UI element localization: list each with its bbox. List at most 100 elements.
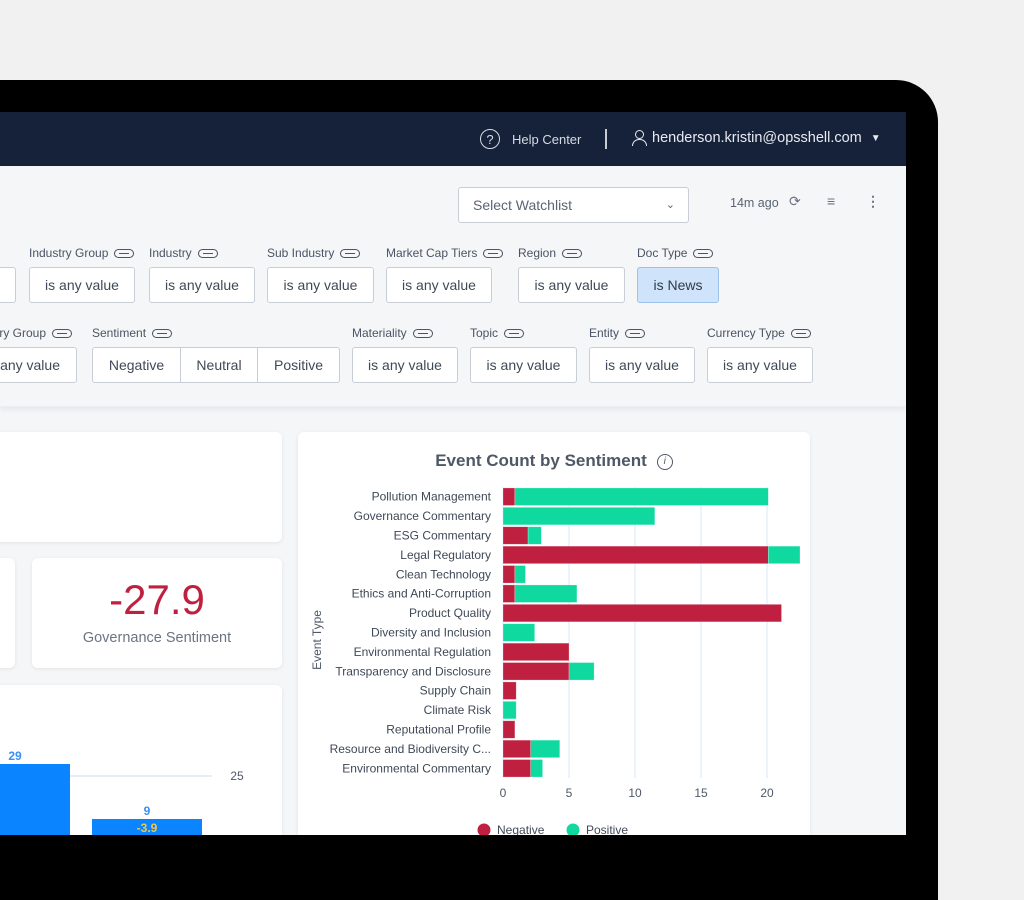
filter-label-sub-industry: Sub Industry xyxy=(267,246,361,260)
link-icon xyxy=(340,248,361,258)
x-tick-label: 0 xyxy=(500,786,507,800)
bar-positive[interactable] xyxy=(514,487,769,506)
filter-truncated-group[interactable]: any value xyxy=(0,347,77,383)
watchlist-select[interactable]: Select Watchlist ⌄ xyxy=(458,187,689,223)
bar-positive[interactable] xyxy=(514,565,526,584)
governance-sentiment-card: -27.9 Governance Sentiment xyxy=(32,558,282,668)
bar-negative[interactable] xyxy=(502,739,532,758)
sentiment-negative[interactable]: Negative xyxy=(93,348,181,382)
filter-market-cap-tiers[interactable]: is any value xyxy=(386,267,492,303)
category-label: Transparency and Disclosure xyxy=(335,664,491,678)
category-label: Legal Regulatory xyxy=(400,548,491,562)
bar-positive[interactable] xyxy=(530,759,543,778)
category-label: Environmental Regulation xyxy=(354,645,491,659)
bar-1[interactable] xyxy=(0,764,70,835)
bar-positive[interactable] xyxy=(514,584,578,603)
filter-panel: Select Watchlist ⌄ 14m ago ⟳ ≡ ⋮ Industr… xyxy=(0,166,906,407)
category-label: Governance Commentary xyxy=(354,509,491,523)
kpi-value: -27.9 xyxy=(109,576,205,623)
bar-negative[interactable] xyxy=(502,759,532,778)
filter-doc-type[interactable]: is News xyxy=(637,267,719,303)
legend-label-negative: Negative xyxy=(497,823,545,835)
bar-negative[interactable] xyxy=(502,584,516,603)
link-icon xyxy=(562,248,583,258)
chevron-down-icon: ⌄ xyxy=(665,199,675,211)
category-label: Reputational Profile xyxy=(386,723,491,737)
user-menu[interactable]: henderson.kristin@opsshell.com ▼ xyxy=(631,130,881,146)
bar-negative[interactable] xyxy=(502,681,517,700)
kpi-caption: Governance Sentiment xyxy=(82,630,232,646)
bar-positive[interactable] xyxy=(502,701,517,720)
event-count-chart-card: Event Count by Sentiment i Pollution Mana… xyxy=(298,432,810,835)
bar-positive[interactable] xyxy=(527,526,542,545)
bar-positive[interactable] xyxy=(502,507,656,526)
legend-label-positive: Positive xyxy=(586,823,628,835)
bar-negative[interactable] xyxy=(502,526,529,545)
kpi-card-truncated xyxy=(0,558,15,668)
filter-icon[interactable]: ≡ xyxy=(827,193,835,209)
bar-negative[interactable] xyxy=(502,487,516,506)
y-axis-title: Event Type xyxy=(310,610,324,670)
link-icon xyxy=(152,328,173,338)
filter-currency-type[interactable]: is any value xyxy=(707,347,813,383)
legend-swatch-negative xyxy=(477,823,491,835)
filter-industry-group[interactable]: is any value xyxy=(29,267,135,303)
bar-positive[interactable] xyxy=(568,662,595,681)
bar-negative[interactable] xyxy=(502,720,516,739)
category-label: Environmental Commentary xyxy=(342,761,491,775)
filter-region[interactable]: is any value xyxy=(518,267,625,303)
filter-label-truncated-group: try Group xyxy=(0,326,73,340)
category-label: Clean Technology xyxy=(396,567,491,581)
filter-label-doc-type: Doc Type xyxy=(637,246,714,260)
user-email: henderson.kristin@opsshell.com xyxy=(652,130,862,146)
filter-industry[interactable]: is any value xyxy=(149,267,255,303)
link-icon xyxy=(52,328,73,338)
filter-topic[interactable]: is any value xyxy=(470,347,577,383)
filter-label-market-cap-tiers: Market Cap Tiers xyxy=(386,246,504,260)
filter-truncated-box[interactable] xyxy=(0,267,16,303)
bar-negative[interactable] xyxy=(502,604,782,623)
filter-entity[interactable]: is any value xyxy=(589,347,695,383)
reference-line-label: 25 xyxy=(230,769,244,783)
x-tick-label: 10 xyxy=(628,786,642,800)
bar-negative[interactable] xyxy=(502,545,769,564)
category-label: Diversity and Inclusion xyxy=(371,626,491,640)
help-icon: ? xyxy=(480,129,500,149)
left-bar-chart: 25 29 9 -3.9 xyxy=(0,749,244,835)
more-options-icon[interactable]: ⋮ xyxy=(866,193,880,210)
filter-label-industry: Industry xyxy=(149,246,218,260)
filter-label-sentiment: Sentiment xyxy=(92,326,173,340)
sentiment-neutral[interactable]: Neutral xyxy=(181,348,258,382)
x-tick-label: 5 xyxy=(566,786,573,800)
event-count-chart: Pollution Management Governance Commentar… xyxy=(310,487,801,835)
refresh-icon[interactable]: ⟳ xyxy=(789,193,801,210)
watchlist-placeholder: Select Watchlist xyxy=(473,197,573,213)
summary-card xyxy=(0,432,282,542)
sentiment-segmented-control: Negative Neutral Positive xyxy=(92,347,340,383)
bar-2-label: 9 xyxy=(144,804,151,818)
link-icon xyxy=(504,328,525,338)
navbar-divider xyxy=(605,129,607,149)
bar-negative[interactable] xyxy=(502,565,516,584)
filter-label-region: Region xyxy=(518,246,583,260)
bar-positive[interactable] xyxy=(502,623,535,642)
left-bar-chart-card: 25 29 9 -3.9 xyxy=(0,685,282,835)
filter-label-entity: Entity xyxy=(589,326,646,340)
filter-sub-industry[interactable]: is any value xyxy=(267,267,374,303)
filter-label-industry-group: Industry Group xyxy=(29,246,135,260)
link-icon xyxy=(114,248,135,258)
top-navbar: ? Help Center henderson.kristin@opsshell… xyxy=(0,112,906,166)
bar-1-label: 29 xyxy=(8,749,22,763)
bar-negative[interactable] xyxy=(502,642,570,661)
filter-materiality[interactable]: is any value xyxy=(352,347,458,383)
link-icon xyxy=(790,328,811,338)
category-label: Product Quality xyxy=(409,606,491,620)
category-label: Climate Risk xyxy=(424,703,492,717)
sentiment-positive[interactable]: Positive xyxy=(258,348,339,382)
category-label: Resource and Biodiversity C... xyxy=(330,742,491,756)
bar-positive[interactable] xyxy=(530,739,561,758)
bar-positive[interactable] xyxy=(768,545,801,564)
link-icon xyxy=(625,328,646,338)
bar-negative[interactable] xyxy=(502,662,570,681)
help-center-link[interactable]: ? Help Center xyxy=(480,129,581,149)
